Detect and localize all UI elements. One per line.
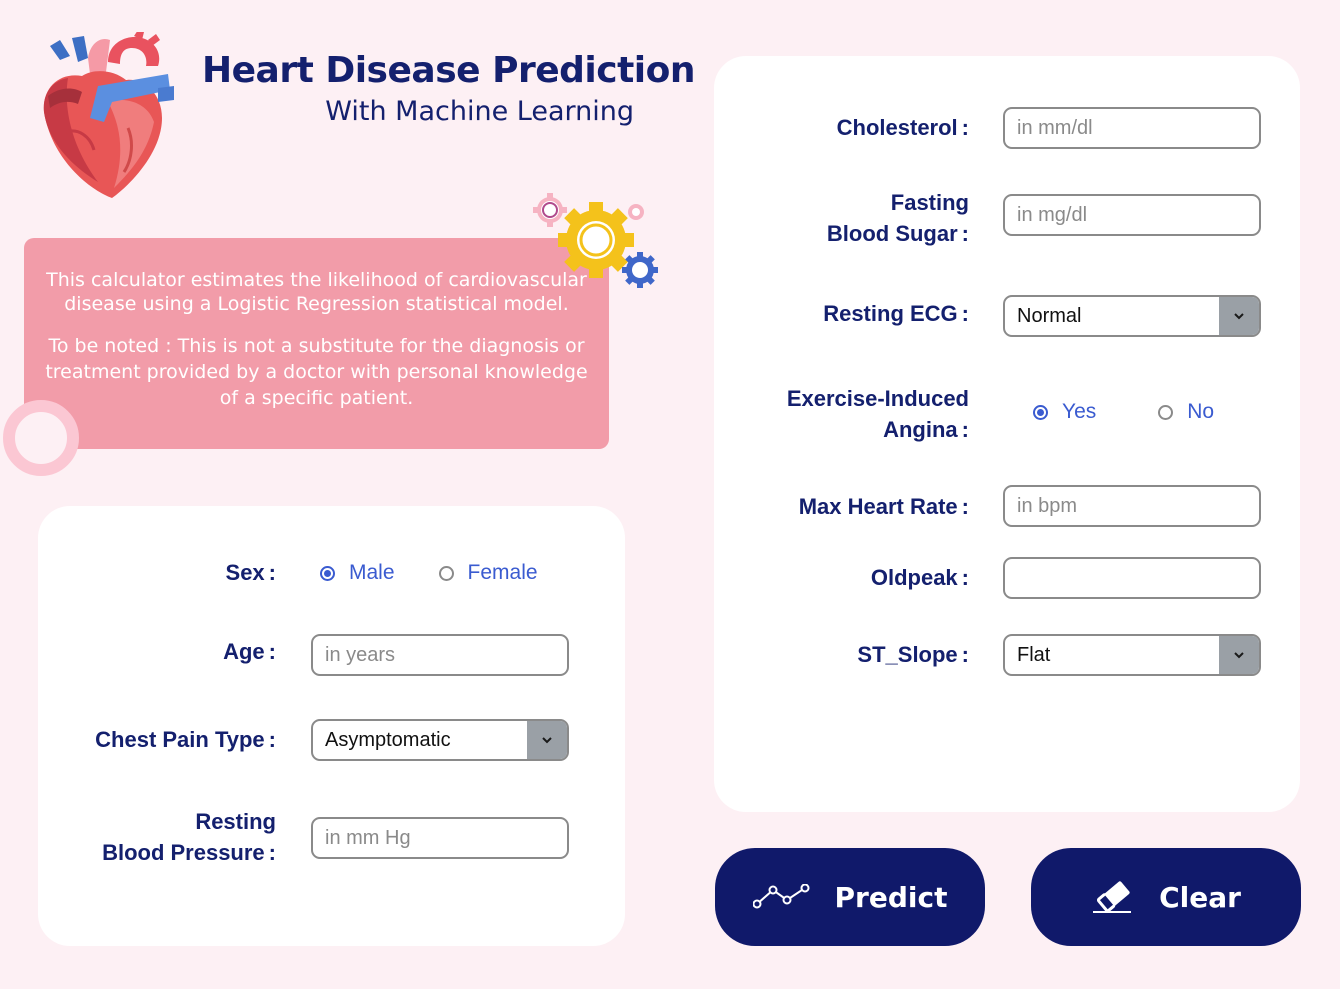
chest-pain-select[interactable]: Asymptomatic <box>311 719 569 761</box>
age-input[interactable] <box>311 634 569 676</box>
chevron-down-icon[interactable] <box>1219 636 1259 674</box>
info-disclaimer: To be noted : This is not a substitute f… <box>45 335 588 409</box>
oldpeak-input[interactable] <box>1003 557 1261 599</box>
clear-button[interactable]: Clear <box>1031 848 1301 946</box>
cholesterol-label: Cholesterol: <box>836 115 969 140</box>
angina-label: Exercise-Induced Angina: <box>786 386 969 442</box>
predict-button-label: Predict <box>834 880 948 914</box>
line-chart-icon <box>752 884 810 909</box>
app-title: Heart Disease Prediction <box>202 50 695 91</box>
radio-unselected-icon <box>1158 404 1174 420</box>
sex-option-female[interactable]: Female <box>438 561 538 585</box>
radio-selected-icon <box>320 565 335 581</box>
info-description: This calculator estimates the likelihood… <box>46 269 587 315</box>
radio-selected-icon <box>1033 404 1048 420</box>
sex-option-male[interactable]: Male <box>320 561 395 585</box>
chest-pain-value: Asymptomatic <box>325 729 451 751</box>
st-slope-value: Flat <box>1017 644 1051 666</box>
st-slope-label: ST_Slope: <box>857 642 969 667</box>
sex-option-male-label: Male <box>349 561 395 584</box>
clear-button-label: Clear <box>1159 880 1241 914</box>
resting-ecg-select[interactable]: Normal <box>1003 295 1261 337</box>
age-label: Age: <box>223 639 276 664</box>
gears-icon <box>533 193 658 288</box>
oldpeak-label: Oldpeak: <box>870 565 969 590</box>
angina-option-yes[interactable]: Yes <box>1033 400 1096 424</box>
cholesterol-input[interactable] <box>1003 107 1261 149</box>
fasting-bs-label: Fasting Blood Sugar: <box>826 190 969 246</box>
resting-ecg-label: Resting ECG: <box>823 301 969 326</box>
angina-option-no[interactable]: No <box>1158 400 1214 424</box>
max-hr-input[interactable] <box>1003 485 1261 527</box>
predict-button[interactable]: Predict <box>715 848 985 946</box>
eraser-icon <box>1093 881 1132 913</box>
decorative-ring-icon <box>3 400 79 476</box>
resting-ecg-value: Normal <box>1017 305 1082 327</box>
max-hr-label: Max Heart Rate: <box>798 494 969 519</box>
chest-pain-label: Chest Pain Type: <box>95 727 276 752</box>
resting-bp-label: Resting Blood Pressure: <box>102 809 276 865</box>
sex-radio-group: Male Female <box>320 561 538 585</box>
fasting-bs-input[interactable] <box>1003 194 1261 236</box>
angina-radio-group: Yes No <box>1033 400 1214 424</box>
chevron-down-icon[interactable] <box>527 721 567 759</box>
sex-label: Sex: <box>225 560 276 585</box>
chevron-down-icon[interactable] <box>1219 297 1259 335</box>
sex-option-female-label: Female <box>467 561 538 584</box>
angina-option-yes-label: Yes <box>1062 400 1097 423</box>
radio-unselected-icon <box>438 565 454 581</box>
app-subtitle: With Machine Learning <box>325 96 634 127</box>
heart-logo-icon <box>43 32 174 198</box>
resting-bp-input[interactable] <box>311 817 569 859</box>
st-slope-select[interactable]: Flat <box>1003 634 1261 676</box>
angina-option-no-label: No <box>1187 400 1215 423</box>
info-box: This calculator estimates the likelihood… <box>24 238 609 449</box>
